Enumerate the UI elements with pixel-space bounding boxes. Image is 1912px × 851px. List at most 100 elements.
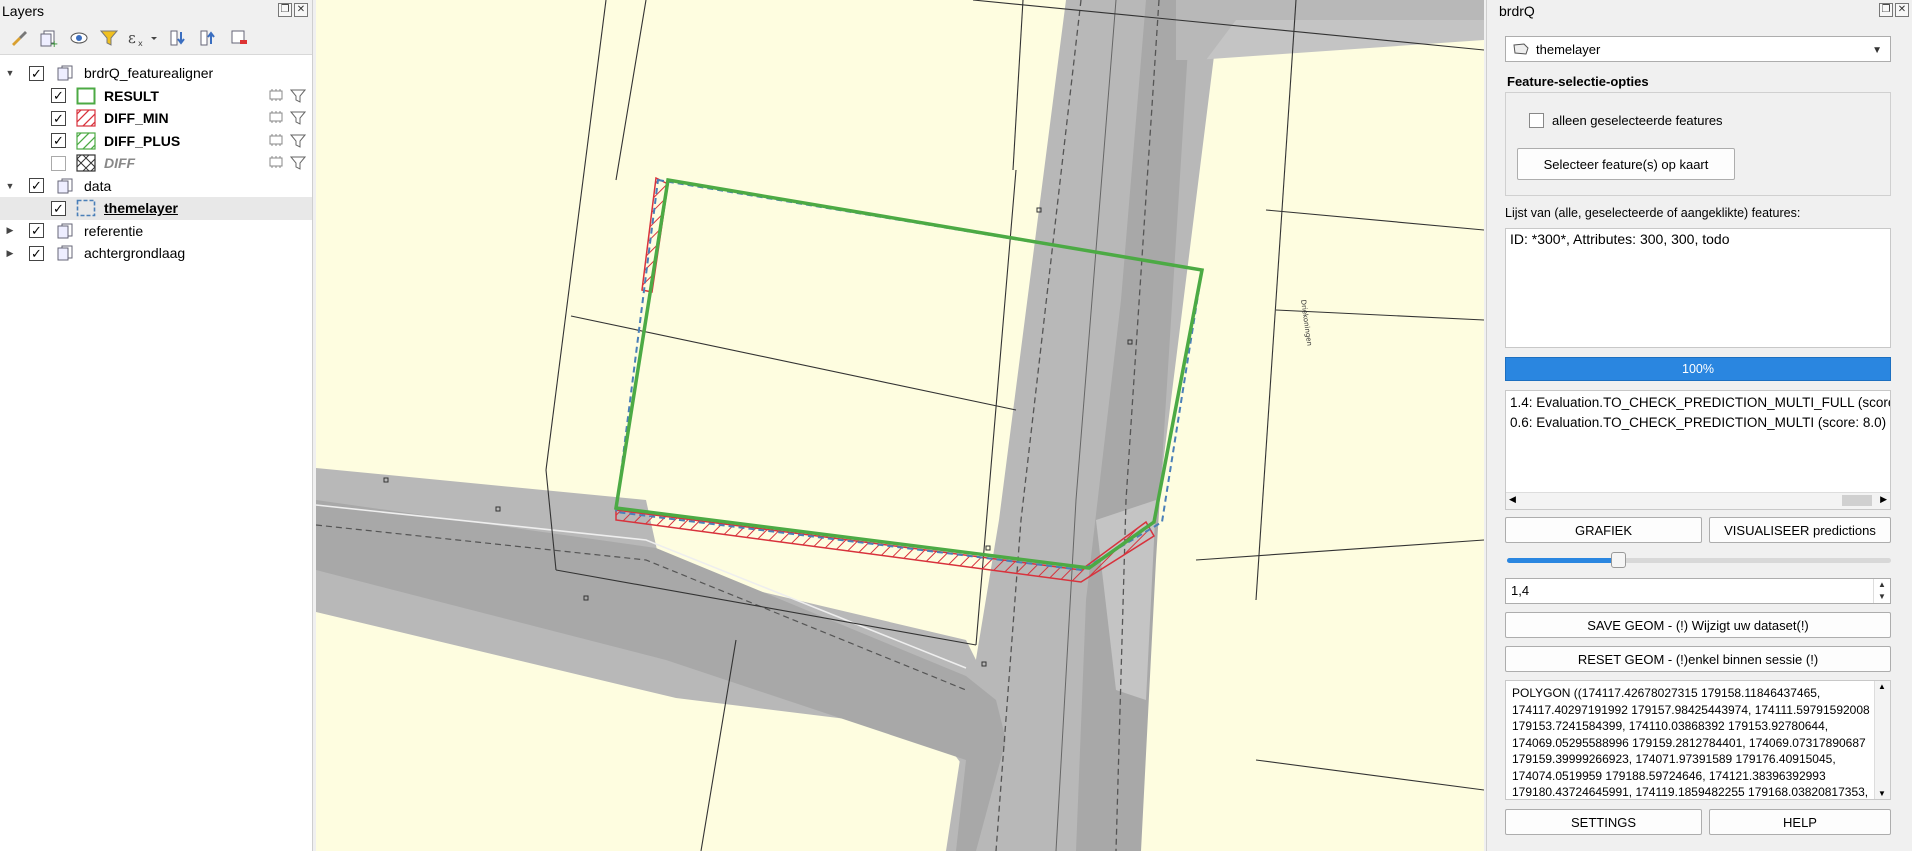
group-icon [56,177,76,195]
filter-legend-icon[interactable] [96,26,122,50]
map-svg[interactable]: Driekoningen [316,0,1484,851]
only-selected-label: alleen geselecteerde features [1552,113,1723,128]
collapse-all-icon[interactable] [196,26,222,50]
layer-checkbox[interactable]: ✓ [51,110,66,126]
layer-name: achtergrondlaag [84,245,186,262]
close-dock-icon[interactable]: ✕ [1895,3,1909,17]
layer-name: DIFF_PLUS [104,132,181,149]
layer-name: DIFF [104,155,136,172]
layer-filter-icon[interactable] [290,155,306,171]
embedded-widget-icon[interactable] [268,155,284,169]
layer-checkbox[interactable]: ✓ [51,200,66,216]
layer-checkbox[interactable]: ✓ [29,245,44,261]
layer-filter-icon[interactable] [290,133,306,149]
list-item[interactable]: 1.4: Evaluation.TO_CHECK_PREDICTION_MULT… [1506,393,1890,413]
scroll-up-icon[interactable]: ▲ [1878,682,1886,691]
feature-selection-group-title: Feature-selectie-opties [1507,74,1649,89]
float-dock-icon[interactable]: ❐ [278,3,292,17]
layer-tree: ▼ ✓ brdrQ_featurealigner ✓ RESULT ✓ DIFF… [0,62,312,265]
layer-select-value: themelayer [1536,41,1601,57]
layer-name: DIFF_MIN [104,110,169,127]
scroll-down-icon[interactable]: ▼ [1878,789,1886,798]
layer-name: themelayer [104,200,178,217]
expand-arrow-icon[interactable]: ▶ [5,248,15,258]
layer-select[interactable]: themelayer ▼ [1505,36,1891,62]
layers-panel-header: Layers ❐ ✕ [0,0,312,22]
layer-group-referentie[interactable]: ▶ ✓ referentie [0,220,312,243]
collapse-arrow-icon[interactable]: ▼ [5,68,15,78]
layers-panel-title: Layers [2,3,45,19]
brdrq-panel-title: brdrQ [1499,3,1535,19]
remove-layer-icon[interactable] [226,26,252,50]
layer-diff-plus[interactable]: ✓ DIFF_PLUS [0,130,312,153]
layer-group-data[interactable]: ▼ ✓ data [0,175,312,198]
layer-checkbox[interactable] [51,155,66,171]
expand-all-icon[interactable] [166,26,192,50]
help-button[interactable]: HELP [1709,809,1891,835]
embedded-widget-icon[interactable] [268,88,284,102]
visibility-eye-icon[interactable] [66,26,92,50]
settings-button[interactable]: SETTINGS [1505,809,1702,835]
select-features-button[interactable]: Selecteer feature(s) op kaart [1517,148,1735,180]
diff-min-symbol-icon [76,109,96,127]
scroll-thumb[interactable] [1842,495,1872,506]
layer-checkbox[interactable]: ✓ [51,133,66,149]
svg-text:+: + [50,39,58,48]
prediction-slider[interactable] [1507,552,1891,568]
close-dock-icon[interactable]: ✕ [294,3,308,17]
grafiek-button[interactable]: GRAFIEK [1505,517,1702,543]
map-canvas[interactable]: Driekoningen [316,0,1484,851]
wkt-output[interactable]: POLYGON ((174117.42678027315 179158.1184… [1505,680,1891,800]
polygon-layer-icon [1513,43,1529,55]
layer-diff[interactable]: DIFF [0,152,312,175]
layer-diff-min[interactable]: ✓ DIFF_MIN [0,107,312,130]
group-icon [56,244,76,262]
vertical-scrollbar[interactable]: ▲ ▼ [1874,681,1890,799]
diff-symbol-icon [76,154,96,172]
relevant-distance-spinbox[interactable]: 1,4 ▲ ▼ [1505,578,1891,604]
layers-toolbar: + εx [0,22,312,55]
horizontal-scrollbar[interactable]: ◀ ▶ [1506,492,1890,509]
style-brush-icon[interactable] [6,26,32,50]
add-group-icon[interactable]: + [36,26,62,50]
scroll-right-icon[interactable]: ▶ [1880,494,1887,505]
group-icon [56,222,76,240]
layer-themelayer[interactable]: ✓ themelayer [0,197,312,220]
feature-selection-group [1505,92,1891,196]
collapse-arrow-icon[interactable]: ▼ [5,181,15,191]
diff-plus-symbol-icon [76,132,96,150]
chevron-down-icon[interactable]: ▼ [1872,45,1882,56]
svg-text:x: x [138,39,143,48]
layer-checkbox[interactable]: ✓ [29,178,44,194]
list-item[interactable]: 0.6: Evaluation.TO_CHECK_PREDICTION_MULT… [1506,413,1890,433]
svg-text:ε: ε [128,29,136,47]
filter-expression-icon[interactable]: εx [126,26,162,50]
layer-filter-icon[interactable] [290,110,306,126]
predictions-list[interactable]: 1.4: Evaluation.TO_CHECK_PREDICTION_MULT… [1505,390,1891,510]
visualiseer-predictions-button[interactable]: VISUALISEER predictions [1709,517,1891,543]
embedded-widget-icon[interactable] [268,110,284,124]
float-dock-icon[interactable]: ❐ [1879,3,1893,17]
feature-list[interactable]: ID: *300*, Attributes: 300, 300, todo [1505,228,1891,348]
layer-result[interactable]: ✓ RESULT [0,85,312,108]
only-selected-checkbox[interactable] [1529,113,1544,128]
layers-panel: Layers ❐ ✕ + εx ▼ ✓ brdrQ_featurealigner… [0,0,313,851]
layer-filter-icon[interactable] [290,88,306,104]
spinbox-value: 1,4 [1511,583,1530,598]
brdrq-panel: brdrQ ❐ ✕ themelayer ▼ Feature-selectie-… [1486,0,1912,851]
layer-checkbox[interactable]: ✓ [51,88,66,104]
expand-arrow-icon[interactable]: ▶ [5,225,15,236]
slider-fill [1507,558,1619,563]
embedded-widget-icon[interactable] [268,133,284,147]
spin-arrows-icon[interactable]: ▲ ▼ [1873,579,1890,603]
save-geom-button[interactable]: SAVE GEOM - (!) Wijzigt uw dataset(!) [1505,612,1891,638]
slider-handle[interactable] [1611,552,1627,568]
layer-group-brdrq[interactable]: ▼ ✓ brdrQ_featurealigner [0,62,312,85]
layer-group-achtergrondlaag[interactable]: ▶ ✓ achtergrondlaag [0,242,312,265]
layer-checkbox[interactable]: ✓ [29,65,44,81]
scroll-left-icon[interactable]: ◀ [1509,494,1516,505]
list-item[interactable]: ID: *300*, Attributes: 300, 300, todo [1506,229,1890,249]
layer-checkbox[interactable]: ✓ [29,223,44,239]
reset-geom-button[interactable]: RESET GEOM - (!)enkel binnen sessie (!) [1505,646,1891,672]
only-selected-option[interactable]: alleen geselecteerde features [1529,113,1723,128]
